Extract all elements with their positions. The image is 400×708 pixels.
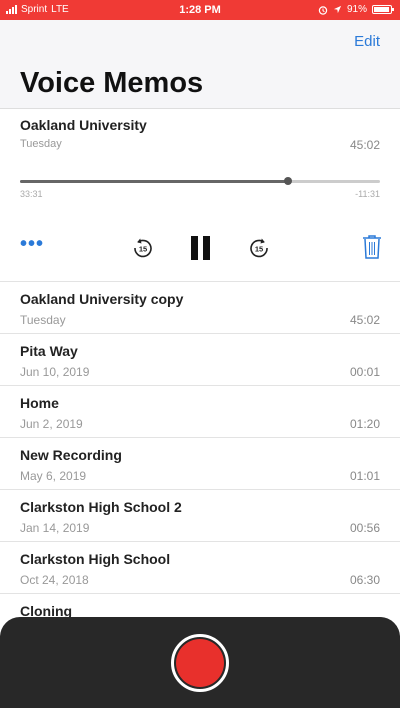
elapsed-time: 33:31	[20, 189, 43, 199]
ellipsis-icon: •••	[20, 233, 45, 255]
edit-button[interactable]: Edit	[354, 33, 380, 50]
memo-row[interactable]: Clarkston High School Oct 24, 2018 06:30	[0, 541, 400, 593]
status-bar: Sprint LTE 1:28 PM 91%	[0, 0, 400, 20]
memo-row[interactable]: New Recording May 6, 2019 01:01	[0, 437, 400, 489]
memo-duration: 00:56	[349, 521, 380, 535]
skip-forward-button[interactable]: 15	[248, 237, 270, 264]
memo-name: Oakland University copy	[20, 291, 184, 307]
record-icon	[176, 639, 224, 687]
trash-icon	[363, 235, 381, 259]
alarm-icon	[318, 5, 328, 15]
skip-forward-label: 15	[255, 244, 263, 253]
skip-back-15-icon: 15	[134, 238, 152, 258]
memo-date: Tuesday	[20, 138, 62, 150]
record-button[interactable]	[171, 634, 229, 692]
memo-duration: 45:02	[349, 138, 380, 152]
skip-forward-15-icon: 15	[250, 238, 268, 258]
memo-row[interactable]: Pita Way Jun 10, 2019 00:01	[0, 333, 400, 385]
memo-name: Clarkston High School 2	[20, 499, 182, 515]
battery-icon	[372, 5, 394, 14]
status-right: 91%	[318, 4, 394, 15]
battery-percent: 91%	[346, 4, 367, 15]
scrubber-thumb[interactable]	[284, 177, 293, 185]
memo-name: Home	[20, 395, 59, 411]
record-panel	[0, 617, 400, 708]
memo-date: Oct 24, 2018	[20, 573, 89, 587]
memo-duration: 06:30	[349, 573, 380, 587]
memo-list: Oakland University copy Tuesday 45:02 Pi…	[0, 281, 400, 645]
memo-row[interactable]: Clarkston High School 2 Jan 14, 2019 00:…	[0, 489, 400, 541]
remaining-time: -11:31	[355, 189, 380, 199]
playback-scrubber[interactable]	[20, 177, 380, 185]
memo-date: May 6, 2019	[20, 469, 87, 483]
memo-date: Jan 14, 2019	[20, 521, 90, 535]
location-icon	[333, 5, 342, 14]
memo-title[interactable]: Oakland University	[20, 117, 147, 133]
memo-duration: 00:01	[349, 365, 380, 379]
delete-button[interactable]	[362, 234, 382, 265]
memo-duration: 45:02	[349, 313, 380, 327]
memo-duration: 01:20	[349, 417, 380, 431]
expanded-memo-player: Oakland University Tuesday 45:02 33:31 -…	[0, 109, 400, 281]
skip-back-label: 15	[139, 244, 147, 253]
memo-name: Clarkston High School	[20, 551, 171, 567]
memo-row[interactable]: Oakland University copy Tuesday 45:02	[0, 281, 400, 333]
pause-button[interactable]	[190, 235, 212, 266]
memo-date: Tuesday	[20, 313, 66, 327]
skip-back-button[interactable]: 15	[132, 237, 154, 264]
memo-name: Pita Way	[20, 343, 78, 359]
page-title: Voice Memos	[20, 67, 204, 99]
playback-controls: ••• 15 15	[0, 233, 400, 263]
memo-date: Jun 2, 2019	[20, 417, 83, 431]
more-options-button[interactable]: •••	[20, 234, 44, 254]
memo-duration: 01:01	[349, 469, 380, 483]
nav-header: Edit Voice Memos	[0, 20, 400, 108]
memo-row[interactable]: Home Jun 2, 2019 01:20	[0, 385, 400, 437]
pause-icon	[191, 236, 210, 260]
memo-date: Jun 10, 2019	[20, 365, 90, 379]
scrubber-progress	[20, 180, 289, 183]
memo-name: New Recording	[20, 447, 122, 463]
